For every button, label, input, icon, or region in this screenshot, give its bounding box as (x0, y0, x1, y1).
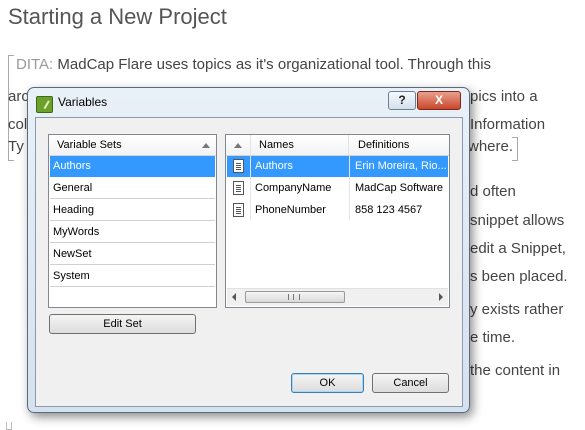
variables-header: Names Definitions (226, 135, 449, 156)
horizontal-scrollbar[interactable] (227, 288, 448, 306)
doc-line-9: y exists rather (470, 301, 564, 318)
column-separator (250, 156, 251, 220)
variable-row-phonenumber[interactable]: PhoneNumber 858 123 4567 (227, 200, 448, 221)
doc-line-2b: pics into a (470, 88, 538, 105)
variable-set-mywords[interactable]: MyWords (50, 222, 215, 243)
variable-definition: 858 123 4567 (355, 204, 423, 216)
ok-button[interactable]: OK (291, 373, 364, 393)
page-title: Starting a New Project (8, 4, 227, 29)
definitions-column-header[interactable]: Definitions (350, 135, 449, 155)
dita-tag: DITA: (16, 56, 54, 73)
variable-sets-header[interactable]: Variable Sets (49, 135, 216, 156)
sort-ascending-icon (234, 143, 242, 148)
doc-line-8: s been placed. (470, 268, 568, 285)
variable-row-authors[interactable]: Authors Erin Moreira, Rio... (227, 156, 448, 177)
variable-document-icon (233, 181, 244, 195)
doc-line-6: snippet allows (470, 212, 565, 229)
variable-name: PhoneNumber (255, 204, 326, 216)
variable-definition: MadCap Software (355, 182, 444, 194)
column-separator (349, 156, 350, 220)
doc-line-11: the content in (470, 362, 561, 379)
variable-definition: Erin Moreira, Rio... (355, 160, 447, 172)
scrollbar-thumb[interactable] (245, 291, 345, 303)
doc-line-7: edit a Snippet, (470, 240, 566, 257)
paragraph-marker (6, 422, 12, 430)
variables-dialog: Variables ? X Variable Sets Authors Gene… (27, 87, 470, 413)
variable-set-newset[interactable]: NewSet (50, 244, 215, 265)
variable-document-icon (233, 203, 244, 217)
doc-line-5: d often (470, 183, 516, 200)
doc-line-2a: arc (8, 88, 29, 105)
variables-list[interactable]: Names Definitions Authors Erin Moreira, … (225, 134, 450, 308)
doc-line-3b: Information (470, 116, 546, 133)
scrollbar-grip-icon (288, 294, 300, 300)
variable-name: Authors (255, 160, 293, 172)
flare-app-icon (36, 96, 53, 113)
doc-line-3a: col (8, 116, 28, 133)
variable-set-authors[interactable]: Authors (50, 156, 215, 177)
variable-set-system[interactable]: System (50, 266, 215, 287)
doc-line-4b: where. (468, 138, 514, 155)
edit-set-button[interactable]: Edit Set (49, 314, 196, 334)
help-button[interactable]: ? (388, 91, 416, 110)
scroll-right-icon[interactable] (439, 293, 443, 301)
variable-set-heading[interactable]: Heading (50, 200, 215, 221)
variable-sets-list[interactable]: Variable Sets Authors General Heading My… (48, 134, 217, 308)
variable-name: CompanyName (255, 182, 332, 194)
variable-document-icon (233, 159, 244, 173)
scroll-left-icon[interactable] (232, 293, 236, 301)
doc-line-10: e time. (470, 329, 516, 346)
dialog-title: Variables (58, 95, 108, 109)
variable-sets-header-label: Variable Sets (57, 139, 122, 151)
names-column-header[interactable]: Names (251, 135, 349, 155)
close-button[interactable]: X (417, 91, 461, 110)
dialog-client-area: Variable Sets Authors General Heading My… (35, 117, 463, 407)
icon-column-header[interactable] (226, 135, 251, 155)
doc-line-4a: Ty (8, 138, 24, 155)
doc-line-1: DITA: MadCap Flare uses topics as it's o… (16, 56, 491, 73)
cancel-button[interactable]: Cancel (372, 373, 449, 393)
variable-row-companyname[interactable]: CompanyName MadCap Software (227, 178, 448, 199)
sort-ascending-icon (202, 143, 210, 148)
dialog-titlebar[interactable]: Variables ? X (28, 88, 469, 116)
doc-line-1-text: MadCap Flare uses topics as it's organiz… (53, 56, 492, 73)
variable-set-general[interactable]: General (50, 178, 215, 199)
